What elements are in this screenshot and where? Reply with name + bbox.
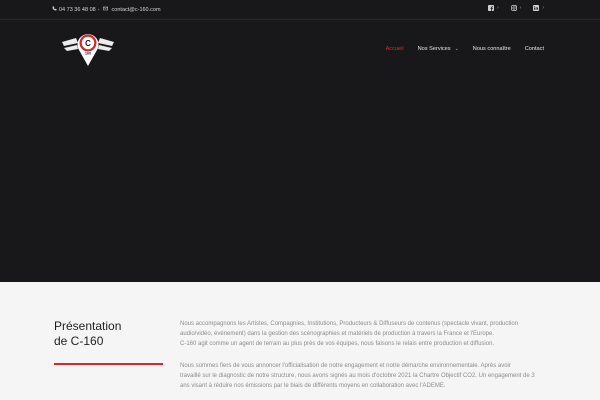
logo-number: 160 [85, 52, 91, 56]
linkedin-link[interactable]: › [533, 5, 544, 11]
social-links: › › › [487, 5, 544, 11]
contact-separator: - [97, 6, 100, 13]
instagram-link[interactable]: › [510, 5, 522, 11]
paragraph-line: travaillé sur le diagnostic de notre str… [180, 373, 535, 379]
nav-item-label: Accueil [385, 46, 404, 52]
linkedin-chevron: › [542, 5, 544, 11]
nav-item-accueil[interactable]: Accueil [386, 46, 404, 52]
logo-letter: C [85, 39, 91, 48]
contact-info: 04 73 36 48 08 - contact@c-160.com [52, 6, 161, 13]
nav-item-nous-connaitre[interactable]: Nous connaître [473, 46, 511, 52]
instagram-icon [510, 5, 517, 11]
paragraph-line: audio/vidéo, événement) dans la gestion … [180, 331, 494, 337]
paragraph-line: ans visant à réduire nos émissions par l… [180, 383, 446, 389]
email-link[interactable]: contact@c-160.com [112, 7, 161, 13]
instagram-chevron: › [519, 5, 522, 11]
paragraph-line: C-160 agit comme un agent de terrain au … [180, 341, 495, 347]
top-bar: 04 73 36 48 08 - contact@c-160.com › › › [0, 0, 600, 20]
mail-icon [102, 6, 110, 13]
presentation-title-line2: de C-160 [54, 334, 104, 348]
phone-number[interactable]: 04 73 36 48 08 [59, 7, 96, 13]
site-logo[interactable]: C 160 [60, 30, 116, 68]
presentation-section: Présentation de C-160 Nous accompagnons … [0, 282, 600, 400]
paragraph-line: Nous accompagnons les Artistes, Compagni… [180, 321, 519, 327]
nav-item-contact[interactable]: Contact [525, 46, 544, 52]
presentation-title: Présentation de C-160 [54, 319, 154, 349]
presentation-paragraph-2: Nous sommes fiers de vous annoncer l'off… [180, 361, 552, 391]
phone-icon [52, 6, 59, 13]
main-nav: Accueil Nos Services ⌄ Nous connaître Co… [386, 46, 544, 52]
nav-item-label: Nous connaître [472, 46, 511, 52]
chevron-down-icon: ⌄ [454, 46, 459, 52]
facebook-link[interactable]: › [487, 5, 499, 11]
presentation-title-line1: Présentation [54, 319, 122, 333]
title-underline [54, 363, 163, 365]
nav-item-label: Contact [524, 46, 544, 52]
presentation-paragraph-1: Nous accompagnons les Artistes, Compagni… [180, 319, 552, 349]
nav-item-nos-services[interactable]: Nos Services ⌄ [418, 46, 459, 52]
hero-section: 04 73 36 48 08 - contact@c-160.com › › ›… [0, 0, 600, 282]
linkedin-icon [533, 5, 540, 11]
nav-item-label: Nos Services [417, 46, 451, 52]
facebook-icon [487, 5, 494, 11]
paragraph-line: Nous sommes fiers de vous annoncer l'off… [180, 363, 511, 369]
facebook-chevron: › [496, 5, 499, 11]
